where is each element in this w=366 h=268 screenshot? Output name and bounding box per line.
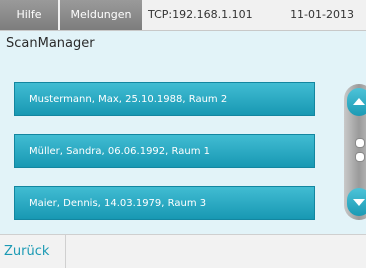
list-item[interactable]: Müller, Sandra, 06.06.1992, Raum 1 — [14, 134, 315, 168]
scroll-up-button[interactable] — [347, 88, 366, 116]
chevron-down-icon — [353, 199, 365, 206]
scroll-down-button[interactable] — [347, 188, 366, 216]
connection-status: TCP:192.168.1.101 — [148, 8, 253, 21]
page-title: ScanManager — [6, 36, 95, 51]
list-item[interactable]: Maier, Dennis, 14.03.1979, Raum 3 — [14, 186, 315, 220]
scroll-control — [344, 84, 366, 220]
bottom-bar: Zurück — [0, 234, 366, 268]
top-bar: Hilfe Meldungen TCP:192.168.1.101 11-01-… — [0, 0, 366, 31]
tab-help[interactable]: Hilfe — [0, 0, 58, 30]
scroll-position-indicator — [355, 152, 365, 162]
back-button[interactable]: Zurück — [0, 235, 66, 268]
list-item[interactable]: Mustermann, Max, 25.10.1988, Raum 2 — [14, 82, 315, 116]
tab-messages[interactable]: Meldungen — [60, 0, 142, 30]
scroll-position-indicator — [355, 138, 365, 148]
chevron-up-icon — [353, 98, 365, 105]
date-display: 11-01-2013 — [290, 8, 354, 21]
